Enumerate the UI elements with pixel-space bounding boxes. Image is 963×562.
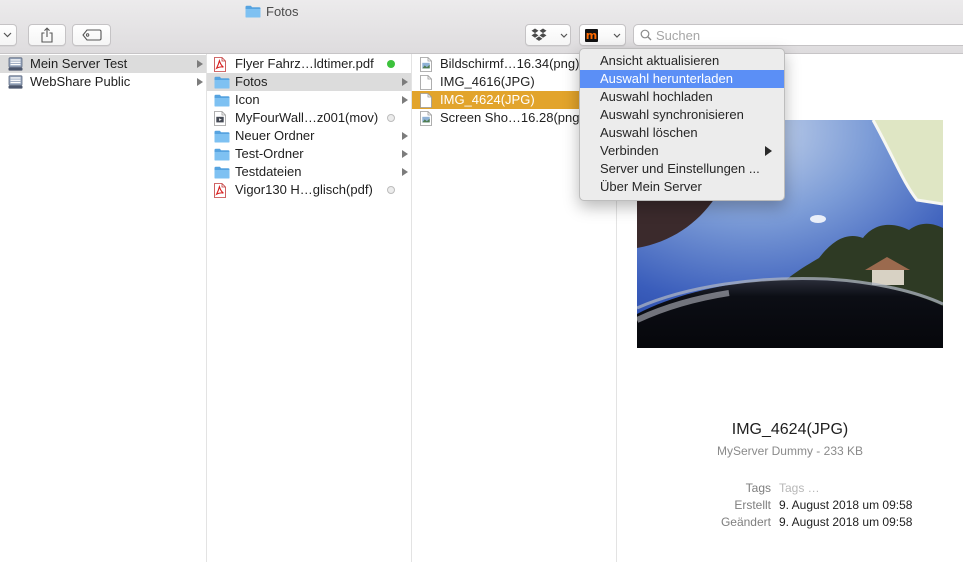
menu-item-auswahl-hochladen[interactable]: Auswahl hochladen [580, 88, 784, 106]
modified-value: 9. August 2018 um 09:58 [779, 515, 913, 529]
window-title-label: Fotos [266, 4, 299, 19]
file-item-vigor130-pdf[interactable]: Vigor130 H…glisch(pdf) [207, 181, 411, 199]
item-label: Vigor130 H…glisch(pdf) [235, 182, 373, 197]
myserver-dropdown-menu: Ansicht aktualisieren Auswahl herunterla… [579, 48, 785, 201]
created-row: Erstellt 9. August 2018 um 09:58 [617, 497, 963, 514]
preview-file-name: IMG_4624(JPG) [731, 421, 849, 438]
chevron-down-icon [560, 33, 568, 38]
folder-item-testdateien[interactable]: Testdateien [207, 163, 411, 181]
sync-status-dot [387, 186, 395, 194]
item-label: Testdateien [235, 164, 302, 179]
server-item-mein-server-test[interactable]: Mein Server Test [0, 55, 206, 73]
item-label: Neuer Ordner [235, 128, 315, 143]
item-label: Bildschirmf…16.34(png) [440, 56, 580, 71]
menu-item-label: Ansicht aktualisieren [600, 53, 720, 68]
column-servers[interactable]: Mein Server Test WebShare Public [0, 54, 207, 562]
item-label: IMG_4624(JPG) [440, 92, 535, 107]
myserver-menu-button[interactable]: m [579, 24, 626, 46]
search-input[interactable] [656, 26, 956, 44]
window-title: Fotos [245, 3, 299, 20]
disclosure-arrow-icon [402, 132, 408, 140]
folder-item-test-ordner[interactable]: Test-Ordner [207, 145, 411, 163]
sync-status-dot [387, 114, 395, 122]
server-icon [8, 57, 23, 71]
image-file-icon [420, 57, 432, 72]
tags-field[interactable] [779, 480, 929, 497]
search-icon [640, 29, 652, 41]
folder-icon [214, 130, 230, 143]
folder-icon [214, 94, 230, 107]
window-toolbar: Fotos m [0, 0, 963, 54]
item-label: IMG_4616(JPG) [440, 74, 535, 89]
myserver-app-icon: m [585, 28, 598, 42]
menu-item-ueber-mein-server[interactable]: Über Mein Server [580, 178, 784, 196]
menu-item-label: Server und Einstellungen ... [600, 161, 760, 176]
disclosure-arrow-icon [402, 168, 408, 176]
disclosure-arrow-icon [402, 78, 408, 86]
item-label: Screen Sho…16.28(png) [440, 110, 584, 125]
folder-icon [214, 166, 230, 179]
file-item-myfourwall-mov[interactable]: MyFourWall…z001(mov) [207, 109, 411, 127]
dropbox-icon [531, 28, 547, 41]
server-item-webshare-public[interactable]: WebShare Public [0, 73, 206, 91]
search-field[interactable] [633, 24, 963, 46]
folder-item-neuer-ordner[interactable]: Neuer Ordner [207, 127, 411, 145]
disclosure-arrow-icon [197, 60, 203, 68]
item-label: Flyer Fahrz…ldtimer.pdf [235, 56, 374, 71]
tags-row: Tags [617, 480, 963, 497]
file-icon [420, 75, 432, 90]
menu-item-server-und-einstellungen[interactable]: Server und Einstellungen ... [580, 160, 784, 178]
share-icon [41, 27, 53, 43]
menu-item-ansicht-aktualisieren[interactable]: Ansicht aktualisieren [580, 52, 784, 70]
item-label: Test-Ordner [235, 146, 304, 161]
menu-item-label: Auswahl herunterladen [600, 71, 733, 86]
app-logo-letter: m [585, 28, 598, 42]
menu-item-label: Auswahl hochladen [600, 89, 713, 104]
item-label: Mein Server Test [30, 56, 128, 71]
server-icon [8, 75, 23, 89]
item-label: Fotos [235, 74, 268, 89]
item-label: WebShare Public [30, 74, 131, 89]
created-value: 9. August 2018 um 09:58 [779, 498, 913, 512]
chevron-down-icon [613, 33, 621, 38]
pdf-icon [214, 57, 226, 72]
video-file-icon [214, 111, 226, 126]
menu-item-label: Über Mein Server [600, 179, 702, 194]
file-item-flyer-pdf[interactable]: Flyer Fahrz…ldtimer.pdf [207, 55, 411, 73]
pdf-icon [214, 183, 226, 198]
item-label: MyFourWall…z001(mov) [235, 110, 379, 125]
folder-icon [214, 76, 230, 89]
item-label: Icon [235, 92, 260, 107]
menu-item-auswahl-synchronisieren[interactable]: Auswahl synchronisieren [580, 106, 784, 124]
disclosure-arrow-icon [402, 150, 408, 158]
folder-item-fotos[interactable]: Fotos [207, 73, 411, 91]
tag-button[interactable] [72, 24, 111, 46]
preview-subtitle: MyServer Dummy - 233 KB [716, 444, 864, 458]
menu-item-label: Verbinden [600, 143, 659, 158]
dropbox-button[interactable] [525, 24, 571, 46]
modified-row: Geändert 9. August 2018 um 09:58 [617, 514, 963, 531]
image-file-icon [420, 111, 432, 126]
file-icon [420, 93, 432, 108]
disclosure-arrow-icon [402, 96, 408, 104]
folder-icon [214, 148, 230, 161]
chevron-down-icon [3, 32, 12, 38]
menu-item-verbinden[interactable]: Verbinden [580, 142, 784, 160]
created-label: Erstellt [734, 498, 771, 512]
disclosure-arrow-icon [197, 78, 203, 86]
view-options-button[interactable] [0, 24, 17, 46]
modified-label: Geändert [720, 515, 771, 529]
menu-item-auswahl-loeschen[interactable]: Auswahl löschen [580, 124, 784, 142]
menu-item-label: Auswahl löschen [600, 125, 698, 140]
tag-icon [81, 29, 102, 41]
menu-item-auswahl-herunterladen[interactable]: Auswahl herunterladen [580, 70, 784, 88]
column-server-contents[interactable]: Flyer Fahrz…ldtimer.pdf Fotos Icon MyFou… [207, 54, 412, 562]
menu-item-label: Auswahl synchronisieren [600, 107, 744, 122]
folder-icon [245, 5, 261, 18]
folder-item-icon[interactable]: Icon [207, 91, 411, 109]
submenu-arrow-icon [765, 146, 772, 156]
share-button[interactable] [28, 24, 66, 46]
sync-status-dot [387, 60, 395, 68]
tags-label: Tags [745, 481, 771, 495]
